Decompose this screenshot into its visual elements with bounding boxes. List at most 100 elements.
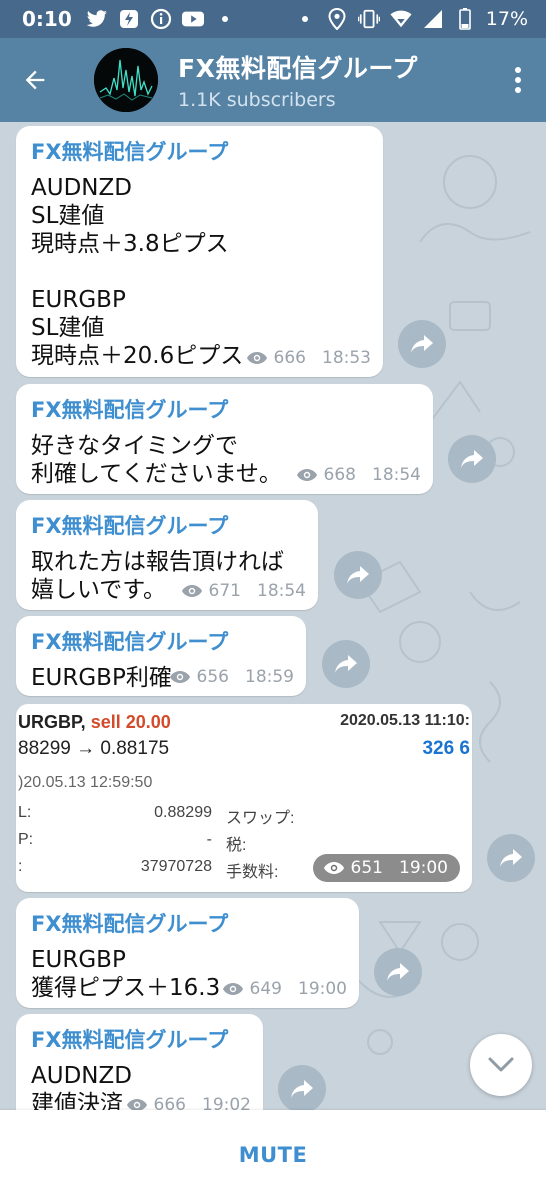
- status-bar: 0:10 17%: [0, 0, 546, 38]
- share-button[interactable]: [278, 1065, 326, 1110]
- eye-icon: [323, 861, 345, 875]
- message-bubble[interactable]: FX無料配信グループ 取れた方は報告頂ければ 嬉しいです。 671 18:54: [16, 500, 318, 610]
- more-vertical-icon: [515, 67, 521, 93]
- message-time: 18:54: [372, 465, 421, 485]
- message-meta: 666 18:53: [246, 348, 371, 368]
- scroll-to-bottom-button[interactable]: [470, 1034, 532, 1096]
- share-arrow-icon: [411, 335, 433, 353]
- message-time: 18:53: [322, 348, 371, 368]
- photo-meta: 651 19:00: [312, 854, 460, 882]
- message-author[interactable]: FX無料配信グループ: [31, 136, 369, 166]
- share-button[interactable]: [448, 435, 496, 483]
- message-meta: 649 19:00: [222, 979, 347, 999]
- share-button[interactable]: [398, 320, 446, 368]
- message-bubble[interactable]: FX無料配信グループ EURGBP利確 656 18:59: [16, 616, 306, 696]
- arrow-left-icon: [25, 70, 45, 90]
- eye-icon: [169, 670, 191, 684]
- trade-row-label: L:: [18, 804, 32, 821]
- twitter-icon: [86, 8, 108, 30]
- trade-row-value: 37970728: [140, 858, 212, 875]
- trade-row-label: P:: [18, 831, 34, 848]
- view-count: 651: [350, 858, 383, 878]
- message-bubble[interactable]: FX無料配信グループ AUDNZD SL建値 現時点＋3.8ピプス EURGBP…: [16, 126, 383, 377]
- signal-icon: [422, 8, 444, 30]
- share-button[interactable]: [487, 834, 535, 882]
- chat-title: FX無料配信グループ: [178, 54, 418, 83]
- message-author[interactable]: FX無料配信グループ: [31, 510, 304, 540]
- message-author[interactable]: FX無料配信グループ: [31, 1024, 249, 1054]
- flash-app-icon: [118, 8, 140, 30]
- share-arrow-icon: [347, 566, 369, 584]
- message-time: 19:02: [202, 1095, 251, 1110]
- message-time: 19:00: [298, 979, 347, 999]
- message-text: AUDNZD SL建値 現時点＋3.8ピプス EURGBP SL建値 現時点＋2…: [31, 175, 244, 369]
- view-count: 666: [153, 1095, 186, 1110]
- message-meta: 656 18:59: [169, 667, 294, 687]
- share-button[interactable]: [322, 640, 370, 688]
- view-count: 666: [273, 348, 306, 368]
- share-arrow-icon: [500, 849, 522, 867]
- youtube-icon: [181, 8, 204, 30]
- share-arrow-icon: [461, 450, 483, 468]
- more-menu-button[interactable]: [490, 38, 546, 122]
- message-meta: 668 18:54: [296, 465, 421, 485]
- info-icon: [150, 8, 172, 30]
- message-meta: 671 18:54: [181, 581, 306, 601]
- trade-date: 2020.05.13 11:10:: [340, 712, 470, 729]
- message-bubble[interactable]: FX無料配信グループ EURGBP 獲得ピプス＋16.3 649 19:00: [16, 898, 359, 1008]
- view-count: 649: [249, 979, 282, 999]
- eye-icon: [181, 584, 203, 598]
- message-meta: 666 19:02: [126, 1095, 251, 1110]
- battery-percent: 17%: [485, 8, 528, 30]
- share-button[interactable]: [334, 551, 382, 599]
- message-bubble[interactable]: FX無料配信グループ 好きなタイミングで 利確してくださいませ。 668 18:…: [16, 384, 433, 494]
- trade-profit: 326 6: [422, 738, 470, 759]
- message-time: 18:59: [245, 667, 294, 687]
- photo-message[interactable]: URGBP, sell 20.00 2020.05.13 11:10: 8829…: [16, 704, 472, 892]
- message-list[interactable]: FX無料配信グループ AUDNZD SL建値 現時点＋3.8ピプス EURGBP…: [0, 122, 546, 1110]
- trade-prices: 88299 → 0.88175: [18, 738, 170, 759]
- share-arrow-icon: [387, 963, 409, 981]
- share-button[interactable]: [374, 948, 422, 996]
- bottom-bar: MUTE: [0, 1110, 546, 1200]
- trade-row-value: -: [206, 831, 212, 848]
- view-count: 668: [323, 465, 356, 485]
- message-time: 19:00: [399, 858, 448, 878]
- eye-icon: [246, 351, 268, 365]
- subscriber-count: 1.1K subscribers: [178, 89, 336, 111]
- share-arrow-icon: [335, 655, 357, 673]
- channel-avatar[interactable]: [94, 48, 158, 112]
- status-time: 0:10: [22, 7, 72, 31]
- trade-open-time: )20.05.13 12:59:50: [18, 774, 153, 791]
- location-icon: [326, 8, 348, 30]
- chat-header: FX無料配信グループ 1.1K subscribers: [0, 38, 546, 122]
- trade-symbol: URGBP,: [18, 712, 86, 732]
- message-time: 18:54: [257, 581, 306, 601]
- trade-side: sell 20.00: [90, 712, 171, 732]
- chevron-down-icon: [488, 1057, 514, 1072]
- trade-pair: URGBP, sell 20.00: [18, 712, 171, 733]
- battery-icon: [454, 8, 476, 30]
- trade-row-label: :: [18, 858, 23, 875]
- trade-row-value: 0.88299: [154, 804, 212, 821]
- back-button[interactable]: [0, 38, 70, 122]
- eye-icon: [126, 1098, 148, 1110]
- message-author[interactable]: FX無料配信グループ: [31, 908, 345, 938]
- chat-title-block[interactable]: FX無料配信グループ 1.1K subscribers: [178, 49, 490, 111]
- view-count: 671: [208, 581, 241, 601]
- wifi-icon: [390, 8, 412, 30]
- share-arrow-icon: [291, 1080, 313, 1098]
- eye-icon: [222, 982, 244, 996]
- trade-row-label2: スワップ:: [226, 810, 295, 827]
- vibrate-icon: [357, 8, 380, 30]
- eye-icon: [296, 468, 318, 482]
- message-bubble[interactable]: FX無料配信グループ AUDNZD 建値決済 666 19:02: [16, 1014, 263, 1110]
- message-author[interactable]: FX無料配信グループ: [31, 626, 292, 656]
- trade-row-label2: 税:: [226, 837, 247, 854]
- trade-row-label2: 手数料:: [226, 864, 279, 881]
- view-count: 656: [196, 667, 229, 687]
- message-author[interactable]: FX無料配信グループ: [31, 394, 419, 424]
- notification-dot-icon: [214, 8, 236, 30]
- mute-button[interactable]: MUTE: [239, 1143, 308, 1167]
- notification-dot-icon: [294, 8, 316, 30]
